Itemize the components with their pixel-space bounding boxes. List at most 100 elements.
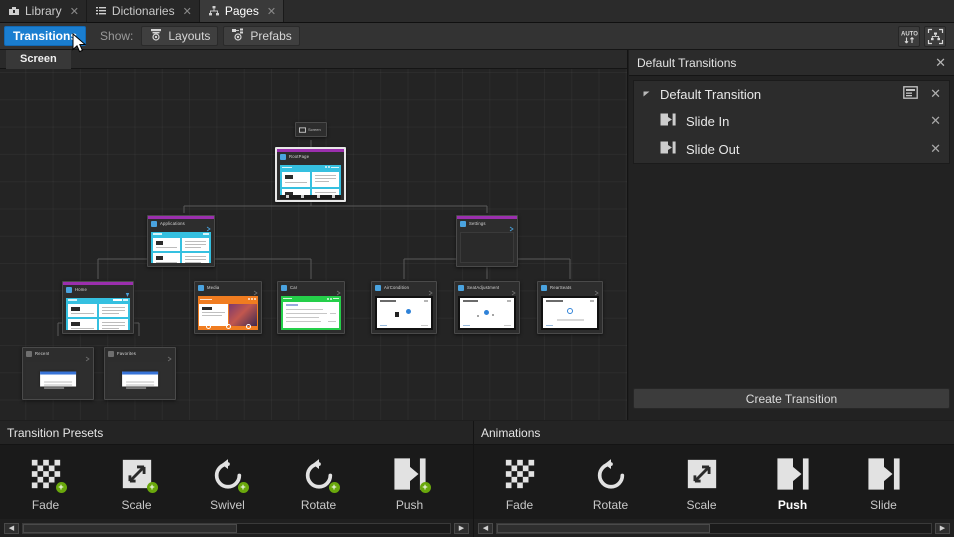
preset-scale[interactable]: + Scale bbox=[91, 453, 182, 512]
node-applications[interactable]: Applications bbox=[147, 215, 215, 267]
add-badge[interactable]: + bbox=[56, 482, 67, 493]
edit-icon[interactable] bbox=[903, 86, 918, 102]
slide-icon bbox=[660, 141, 676, 157]
node-rootpage[interactable]: RootPage bbox=[275, 147, 346, 202]
animation-label: Fade bbox=[506, 498, 533, 512]
animation-fade[interactable]: Fade bbox=[474, 453, 565, 512]
node-aircondition[interactable]: AirCondition bbox=[371, 281, 437, 334]
close-icon[interactable]: ✕ bbox=[930, 113, 941, 129]
animations-panel: Animations Fade bbox=[474, 421, 954, 537]
node-settings[interactable]: Settings bbox=[456, 215, 518, 267]
node-label: RootPage bbox=[289, 152, 309, 162]
panel-title: Animations bbox=[474, 421, 954, 445]
scroll-track[interactable] bbox=[496, 523, 932, 534]
scroll-track[interactable] bbox=[22, 523, 451, 534]
screen-tab-strip: Screen bbox=[0, 50, 628, 69]
animations-scrollbar[interactable]: ◀ ▶ bbox=[474, 519, 954, 537]
add-badge[interactable]: + bbox=[420, 482, 431, 493]
transition-item-slide-out[interactable]: Slide Out ✕ bbox=[634, 135, 949, 163]
node-favorites[interactable]: Favorites bbox=[104, 347, 176, 400]
preset-fade[interactable]: + Fade bbox=[0, 453, 91, 512]
presets-list[interactable]: + Fade + Scale bbox=[0, 445, 473, 519]
node-recent[interactable]: Recent bbox=[22, 347, 94, 400]
tab-library[interactable]: Library ✕ bbox=[0, 0, 87, 22]
dialog-thumb bbox=[40, 372, 76, 387]
transition-group-row[interactable]: Default Transition ✕ bbox=[634, 81, 949, 107]
node-home[interactable]: Home bbox=[62, 281, 134, 334]
add-badge[interactable]: + bbox=[238, 482, 249, 493]
library-icon bbox=[8, 5, 20, 17]
state-badge-icon bbox=[594, 285, 599, 291]
page-icon bbox=[151, 221, 157, 227]
node-header: Recent bbox=[23, 348, 93, 359]
preset-label: Push bbox=[396, 498, 423, 512]
preset-label: Rotate bbox=[301, 498, 336, 512]
close-icon[interactable]: ✕ bbox=[70, 5, 79, 18]
scale-icon: + bbox=[120, 457, 154, 491]
scroll-right-arrow[interactable]: ▶ bbox=[454, 523, 469, 534]
tab-pages[interactable]: Pages ✕ bbox=[200, 0, 284, 22]
node-thumbnail bbox=[23, 359, 93, 399]
scroll-left-arrow[interactable]: ◀ bbox=[4, 523, 19, 534]
node-screen[interactable]: Screen bbox=[295, 122, 327, 137]
state-badge-icon bbox=[125, 287, 130, 293]
create-transition-button[interactable]: Create Transition bbox=[633, 388, 950, 409]
close-icon[interactable]: ✕ bbox=[267, 5, 276, 18]
auto-layout-button[interactable]: AUTO bbox=[898, 26, 920, 47]
close-icon[interactable]: ✕ bbox=[930, 141, 941, 157]
add-badge[interactable]: + bbox=[329, 482, 340, 493]
transitions-button[interactable]: Transitions bbox=[4, 26, 86, 46]
state-badge-icon bbox=[85, 351, 90, 357]
node-label: Applications bbox=[160, 219, 185, 229]
close-icon[interactable]: ✕ bbox=[930, 86, 941, 102]
tab-screen[interactable]: Screen bbox=[6, 50, 71, 69]
node-rearseats[interactable]: RearSeats bbox=[537, 281, 603, 334]
chevron-collapse-icon[interactable] bbox=[642, 89, 654, 100]
close-icon[interactable]: ✕ bbox=[935, 55, 946, 71]
scroll-left-arrow[interactable]: ◀ bbox=[478, 523, 493, 534]
animation-push[interactable]: Push bbox=[747, 453, 838, 512]
page-icon bbox=[108, 351, 114, 357]
add-badge[interactable]: + bbox=[147, 482, 158, 493]
show-label: Show: bbox=[100, 29, 133, 43]
graph-grid[interactable]: Screen RootPage bbox=[0, 69, 628, 420]
node-header: Applications bbox=[148, 219, 214, 229]
rotate-icon bbox=[594, 457, 628, 491]
state-badge-icon bbox=[428, 285, 433, 291]
animations-list[interactable]: Fade Rotate bbox=[474, 445, 954, 519]
tab-dictionaries[interactable]: Dictionaries ✕ bbox=[87, 0, 200, 22]
layouts-icon bbox=[149, 28, 163, 44]
animation-rotate[interactable]: Rotate bbox=[565, 453, 656, 512]
transition-item-label: Slide Out bbox=[686, 142, 739, 157]
presets-scrollbar[interactable]: ◀ ▶ bbox=[0, 519, 473, 537]
animation-slide[interactable]: Slide bbox=[838, 453, 929, 512]
scroll-thumb[interactable] bbox=[497, 524, 710, 533]
layouts-toggle[interactable]: Layouts bbox=[141, 26, 218, 46]
node-media[interactable]: Media bbox=[194, 281, 262, 334]
animation-scale[interactable]: Scale bbox=[656, 453, 747, 512]
panel-title: Default Transitions bbox=[637, 56, 736, 70]
layouts-label: Layouts bbox=[168, 29, 210, 43]
preset-swivel[interactable]: + Swivel bbox=[182, 453, 273, 512]
transition-group-card: Default Transition ✕ bbox=[633, 80, 950, 164]
node-car[interactable]: Car bbox=[277, 281, 345, 334]
transition-item-slide-in[interactable]: Slide In ✕ bbox=[634, 107, 949, 135]
preset-label: Swivel bbox=[210, 498, 245, 512]
preset-rotate[interactable]: + Rotate bbox=[273, 453, 364, 512]
node-seatadjustment[interactable]: SeatAdjustment bbox=[454, 281, 520, 334]
transition-presets-panel: Transition Presets + Fade bbox=[0, 421, 474, 537]
node-thumbnail bbox=[63, 295, 133, 333]
prefabs-toggle[interactable]: Prefabs bbox=[223, 26, 299, 46]
preset-push[interactable]: + Push bbox=[364, 453, 455, 512]
toolbar-right-group: AUTO bbox=[898, 26, 950, 47]
scroll-right-arrow[interactable]: ▶ bbox=[935, 523, 950, 534]
node-label: Settings bbox=[469, 219, 486, 229]
state-badge-icon bbox=[509, 221, 514, 227]
tab-label: Pages bbox=[225, 4, 259, 18]
page-graph-canvas[interactable]: Screen bbox=[0, 50, 628, 420]
fit-to-view-button[interactable] bbox=[924, 26, 946, 47]
node-label: RearSeats bbox=[550, 283, 572, 293]
close-icon[interactable]: ✕ bbox=[183, 5, 192, 18]
node-header: SeatAdjustment bbox=[455, 282, 519, 293]
scroll-thumb[interactable] bbox=[23, 524, 237, 533]
